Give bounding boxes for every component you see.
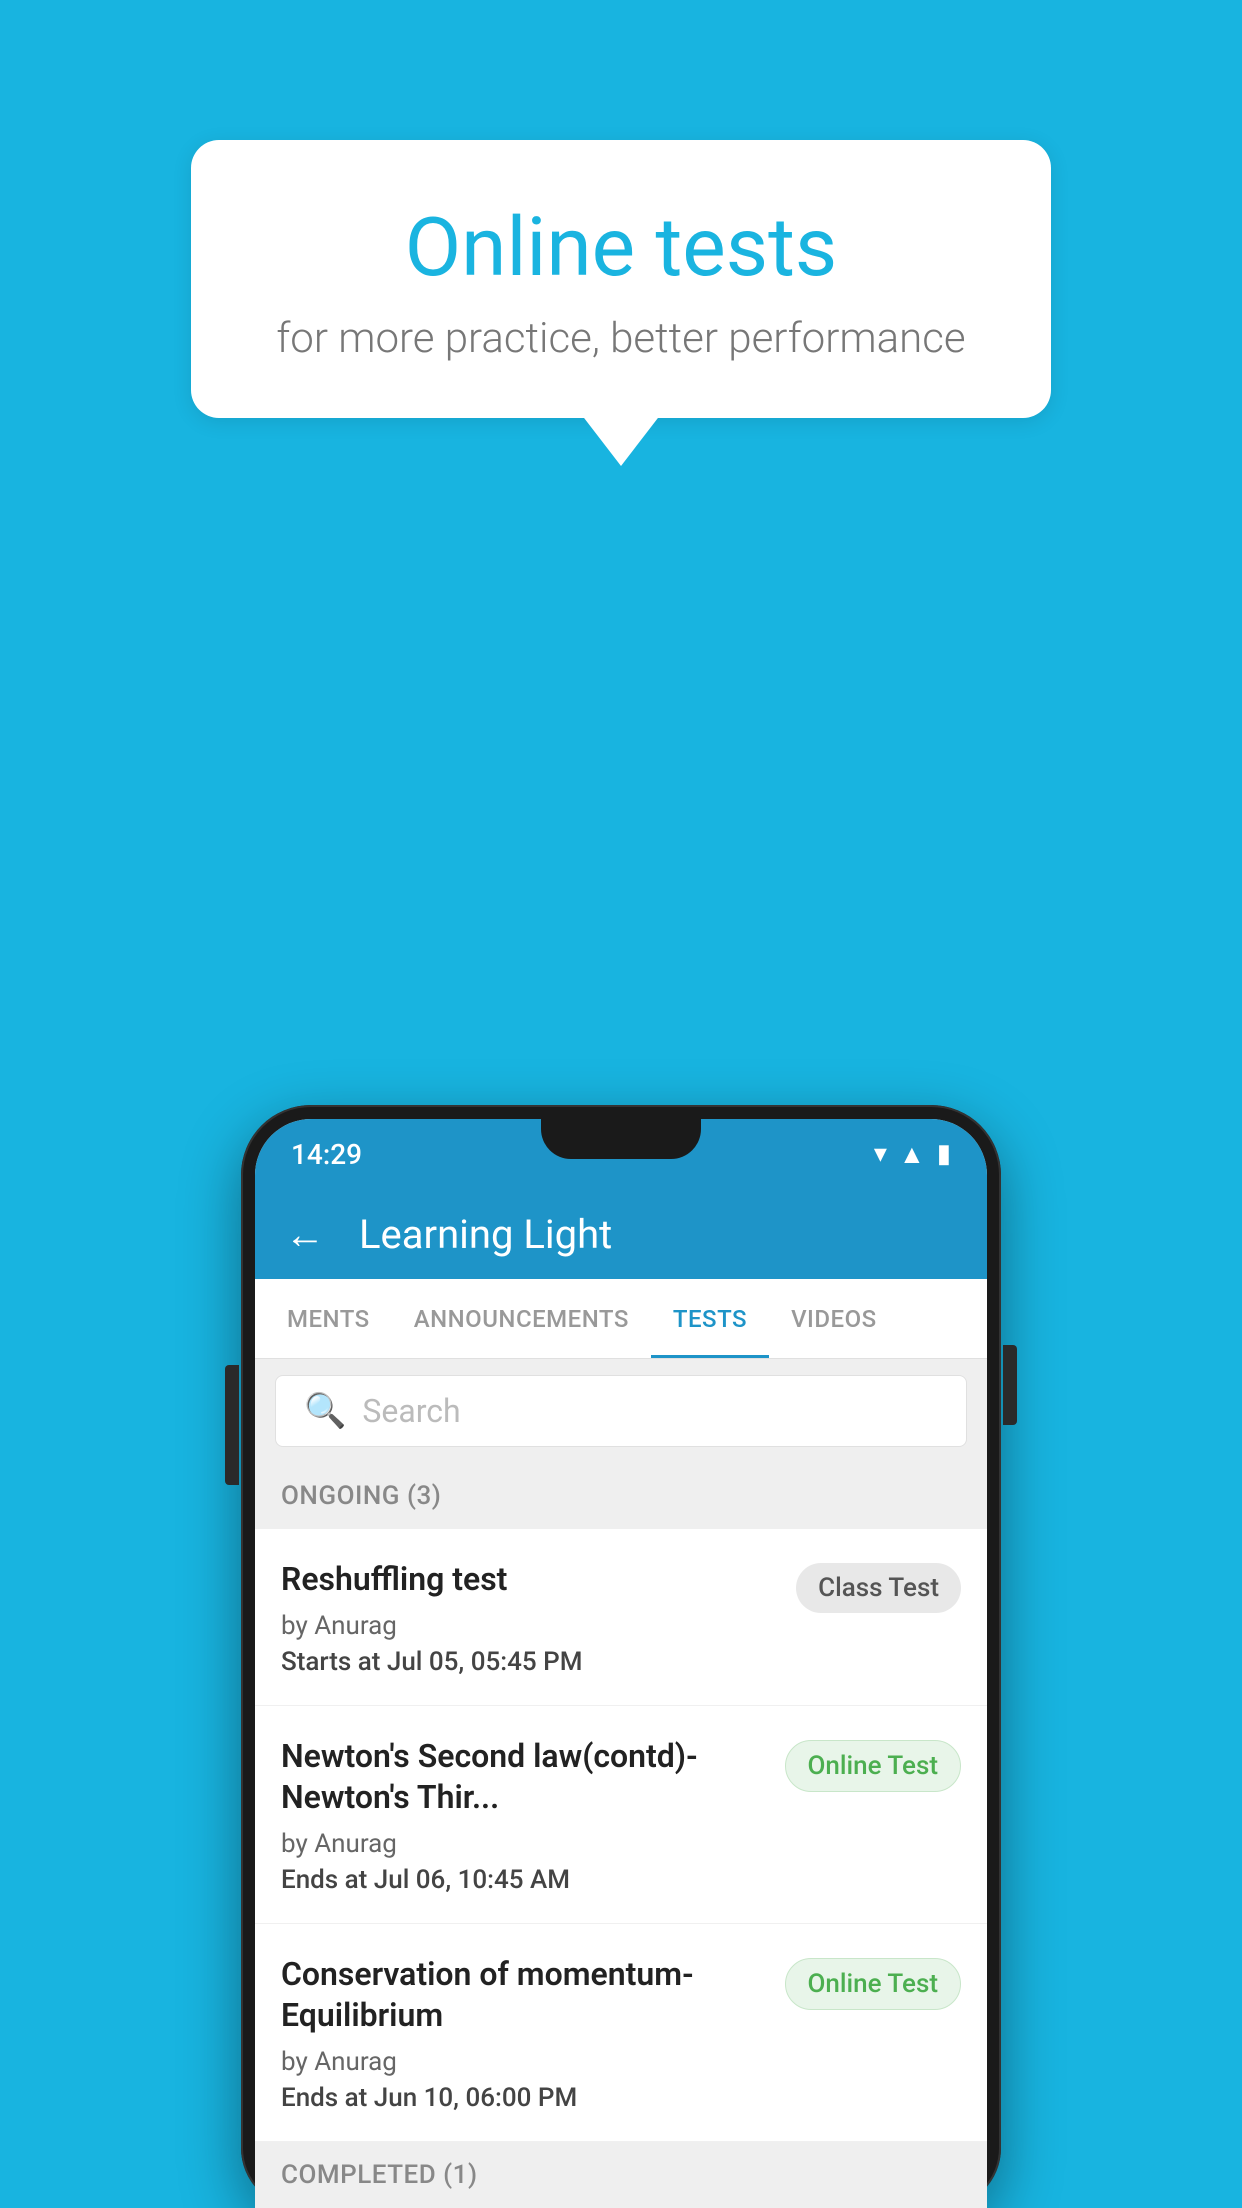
bubble-title: Online tests bbox=[271, 200, 971, 296]
test-date: Ends at Jun 10, 06:00 PM bbox=[281, 2083, 765, 2113]
ongoing-section-header: ONGOING (3) bbox=[255, 1463, 987, 1529]
search-bar-container: 🔍 Search bbox=[255, 1359, 987, 1463]
test-title: Reshuffling test bbox=[281, 1559, 776, 1601]
search-icon: 🔍 bbox=[304, 1391, 346, 1431]
test-author: by Anurag bbox=[281, 1611, 776, 1641]
badge-online-test-2: Online Test bbox=[785, 1958, 962, 2010]
phone-wrapper: 14:29 ▾ ▲ ▮ ← Learning Light MENTS ANNOU… bbox=[241, 1105, 1001, 2208]
tab-videos[interactable]: VIDEOS bbox=[769, 1279, 899, 1358]
top-nav-title: Learning Light bbox=[359, 1211, 612, 1258]
test-title: Newton's Second law(contd)-Newton's Thir… bbox=[281, 1736, 765, 1819]
test-author: by Anurag bbox=[281, 2047, 765, 2077]
badge-online-test: Online Test bbox=[785, 1740, 962, 1792]
back-arrow-icon[interactable]: ← bbox=[285, 1211, 325, 1258]
battery-icon: ▮ bbox=[937, 1139, 951, 1169]
search-placeholder: Search bbox=[362, 1392, 460, 1430]
phone-outer: 14:29 ▾ ▲ ▮ ← Learning Light MENTS ANNOU… bbox=[241, 1105, 1001, 2208]
tab-announcements[interactable]: ANNOUNCEMENTS bbox=[392, 1279, 651, 1358]
tab-ments[interactable]: MENTS bbox=[265, 1279, 392, 1358]
search-bar[interactable]: 🔍 Search bbox=[275, 1375, 967, 1447]
test-author: by Anurag bbox=[281, 1829, 765, 1859]
test-item[interactable]: Newton's Second law(contd)-Newton's Thir… bbox=[255, 1706, 987, 1924]
test-list: Reshuffling test by Anurag Starts at Jul… bbox=[255, 1529, 987, 2142]
status-bar: 14:29 ▾ ▲ ▮ bbox=[255, 1119, 987, 1189]
test-item[interactable]: Reshuffling test by Anurag Starts at Jul… bbox=[255, 1529, 987, 1706]
bubble-subtitle: for more practice, better performance bbox=[271, 314, 971, 363]
notch bbox=[541, 1119, 701, 1159]
signal-icon: ▲ bbox=[899, 1139, 925, 1170]
badge-class-test: Class Test bbox=[796, 1563, 961, 1613]
test-info: Newton's Second law(contd)-Newton's Thir… bbox=[281, 1736, 765, 1895]
wifi-icon: ▾ bbox=[874, 1139, 887, 1169]
completed-label: COMPLETED (1) bbox=[281, 2160, 478, 2190]
phone-screen: 14:29 ▾ ▲ ▮ ← Learning Light MENTS ANNOU… bbox=[255, 1119, 987, 2208]
test-date: Ends at Jul 06, 10:45 AM bbox=[281, 1865, 765, 1895]
speech-bubble-container: Online tests for more practice, better p… bbox=[191, 140, 1051, 418]
completed-section-header: COMPLETED (1) bbox=[255, 2142, 987, 2208]
status-icons: ▾ ▲ ▮ bbox=[874, 1139, 951, 1170]
ongoing-label: ONGOING (3) bbox=[281, 1481, 441, 1511]
test-info: Reshuffling test by Anurag Starts at Jul… bbox=[281, 1559, 776, 1677]
tabs-bar: MENTS ANNOUNCEMENTS TESTS VIDEOS bbox=[255, 1279, 987, 1359]
speech-bubble: Online tests for more practice, better p… bbox=[191, 140, 1051, 418]
status-time: 14:29 bbox=[291, 1138, 362, 1171]
test-item[interactable]: Conservation of momentum-Equilibrium by … bbox=[255, 1924, 987, 2142]
test-date: Starts at Jul 05, 05:45 PM bbox=[281, 1647, 776, 1677]
top-nav: ← Learning Light bbox=[255, 1189, 987, 1279]
test-info: Conservation of momentum-Equilibrium by … bbox=[281, 1954, 765, 2113]
test-title: Conservation of momentum-Equilibrium bbox=[281, 1954, 765, 2037]
tab-tests[interactable]: TESTS bbox=[651, 1279, 769, 1358]
